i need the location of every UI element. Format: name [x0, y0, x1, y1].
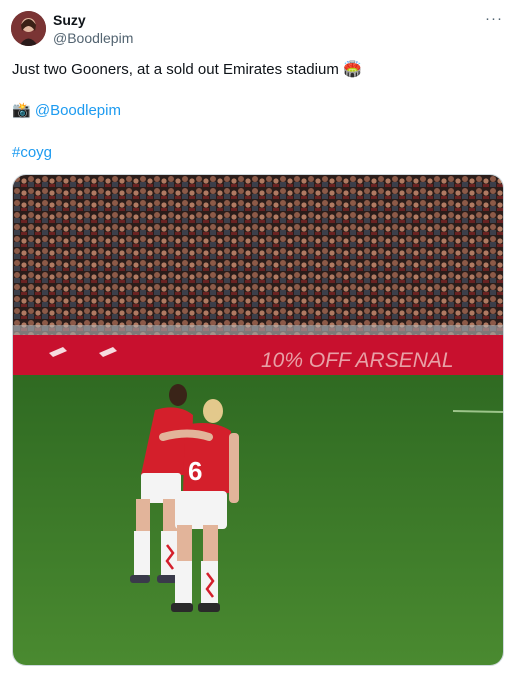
banner-text: 10% OFF ARSENAL — [261, 349, 454, 372]
tweet-card[interactable]: Suzy @Boodlepim ··· Just two Gooners, at… — [0, 0, 517, 680]
stadium-emoji-icon: 🏟️ — [343, 61, 362, 78]
crowd — [13, 175, 503, 335]
author-handle[interactable]: @Boodlepim — [53, 30, 133, 46]
tweet-text: Just two Gooners, at a sold out Emirates… — [12, 60, 362, 80]
avatar[interactable] — [11, 11, 46, 46]
pitch — [13, 375, 503, 665]
hashtag-line: #coyg — [12, 143, 52, 163]
more-options-icon[interactable]: ··· — [485, 10, 503, 27]
camera-emoji-icon: 📸 — [12, 102, 31, 119]
tweet-text-body: Just two Gooners, at a sold out Emirates… — [12, 61, 339, 78]
photo-scene: 10% OFF ARSENAL 6 — [13, 175, 503, 665]
mention-link[interactable]: @Boodlepim — [35, 102, 121, 119]
tweet-photo[interactable]: 10% OFF ARSENAL 6 — [12, 174, 504, 666]
player-number: 6 — [188, 456, 202, 486]
photo-credit: 📸 @Boodlepim — [12, 101, 121, 121]
hashtag-link[interactable]: #coyg — [12, 144, 52, 161]
author-name[interactable]: Suzy — [53, 12, 86, 28]
